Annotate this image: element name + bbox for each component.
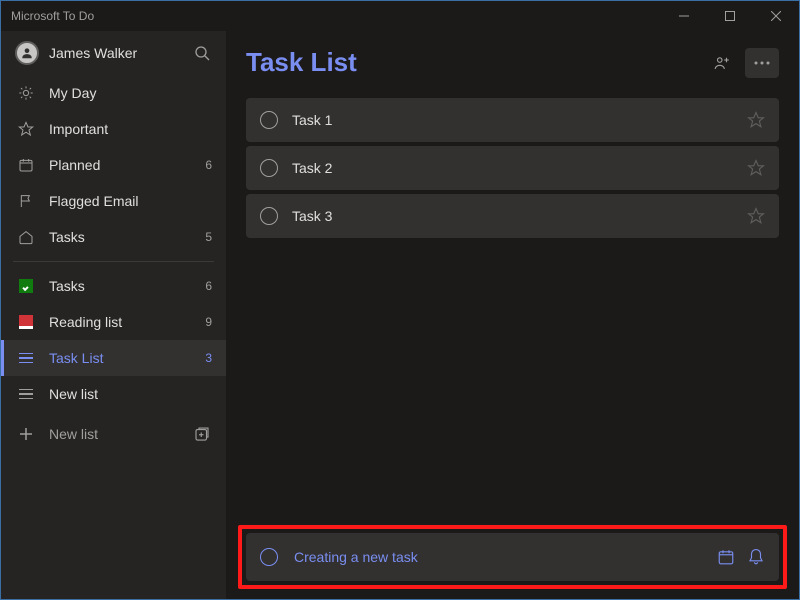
sidebar-item-tasks[interactable]: Tasks 5	[1, 219, 226, 255]
new-list-row[interactable]: New list	[1, 416, 226, 452]
flag-icon	[17, 193, 35, 209]
sidebar-item-label: Task List	[49, 350, 191, 366]
task-row[interactable]: Task 2	[246, 146, 779, 190]
sidebar-item-count: 3	[205, 351, 212, 365]
add-task-input[interactable]	[292, 548, 703, 566]
new-list-label: New list	[49, 426, 178, 442]
sidebar-item-label: Reading list	[49, 314, 191, 330]
sidebar-list-tasks[interactable]: Tasks 6	[1, 268, 226, 304]
sidebar-item-label: Flagged Email	[49, 193, 198, 209]
hamburger-icon	[17, 353, 35, 364]
sun-icon	[17, 85, 35, 101]
sidebar-list-task-list[interactable]: Task List 3	[1, 340, 226, 376]
task-list: Task 1 Task 2 Task 3	[246, 98, 779, 238]
app-window: Microsoft To Do James Walker	[0, 0, 800, 600]
sidebar-item-flagged-email[interactable]: Flagged Email	[1, 183, 226, 219]
plus-icon	[17, 427, 35, 441]
task-title: Task 3	[292, 208, 733, 224]
home-icon	[17, 229, 35, 245]
sidebar-item-label: Important	[49, 121, 198, 137]
task-complete-toggle[interactable]	[260, 207, 278, 225]
main-panel: Task List Task 1	[226, 31, 799, 599]
sidebar-list-new-list[interactable]: New list	[1, 376, 226, 412]
add-task-bar[interactable]	[246, 533, 779, 581]
add-task-circle-icon	[260, 548, 278, 566]
sidebar-item-label: My Day	[49, 85, 198, 101]
hamburger-icon	[17, 389, 35, 400]
sidebar-item-label: Tasks	[49, 278, 191, 294]
task-star-toggle[interactable]	[747, 207, 765, 225]
window-maximize-button[interactable]	[707, 1, 753, 31]
due-date-button[interactable]	[717, 548, 735, 566]
sidebar-item-important[interactable]: Important	[1, 111, 226, 147]
sidebar-item-planned[interactable]: Planned 6	[1, 147, 226, 183]
sidebar-list-reading-list[interactable]: Reading list 9	[1, 304, 226, 340]
avatar	[15, 41, 39, 65]
profile-name: James Walker	[49, 45, 182, 61]
new-group-button[interactable]	[192, 425, 212, 443]
calendar-icon	[17, 157, 35, 173]
task-complete-toggle[interactable]	[260, 159, 278, 177]
profile-row[interactable]: James Walker	[1, 31, 226, 75]
list-options-button[interactable]	[745, 48, 779, 78]
sidebar-item-label: New list	[49, 386, 198, 402]
task-complete-toggle[interactable]	[260, 111, 278, 129]
sidebar-item-count: 6	[205, 158, 212, 172]
checkbox-icon	[17, 279, 35, 293]
sidebar-item-label: Tasks	[49, 229, 191, 245]
sidebar-item-my-day[interactable]: My Day	[1, 75, 226, 111]
task-star-toggle[interactable]	[747, 159, 765, 177]
task-title: Task 2	[292, 160, 733, 176]
app-title: Microsoft To Do	[11, 9, 94, 23]
sidebar: James Walker My Day Importan	[1, 31, 226, 599]
sidebar-item-count: 5	[205, 230, 212, 244]
window-close-button[interactable]	[753, 1, 799, 31]
task-star-toggle[interactable]	[747, 111, 765, 129]
user-lists: Tasks 6 Reading list 9 Task List 3 New l…	[1, 268, 226, 412]
list-header: Task List	[246, 47, 779, 78]
task-row[interactable]: Task 1	[246, 98, 779, 142]
sidebar-divider	[13, 261, 214, 262]
share-list-button[interactable]	[705, 48, 739, 78]
star-icon	[17, 121, 35, 137]
window-minimize-button[interactable]	[661, 1, 707, 31]
sidebar-item-count: 6	[205, 279, 212, 293]
smart-lists: My Day Important Planned 6	[1, 75, 226, 255]
task-row[interactable]: Task 3	[246, 194, 779, 238]
list-color-icon	[17, 315, 35, 329]
list-title[interactable]: Task List	[246, 47, 357, 78]
task-title: Task 1	[292, 112, 733, 128]
search-button[interactable]	[192, 43, 212, 63]
sidebar-item-label: Planned	[49, 157, 191, 173]
reminder-button[interactable]	[747, 548, 765, 566]
titlebar: Microsoft To Do	[1, 1, 799, 31]
sidebar-item-count: 9	[205, 315, 212, 329]
